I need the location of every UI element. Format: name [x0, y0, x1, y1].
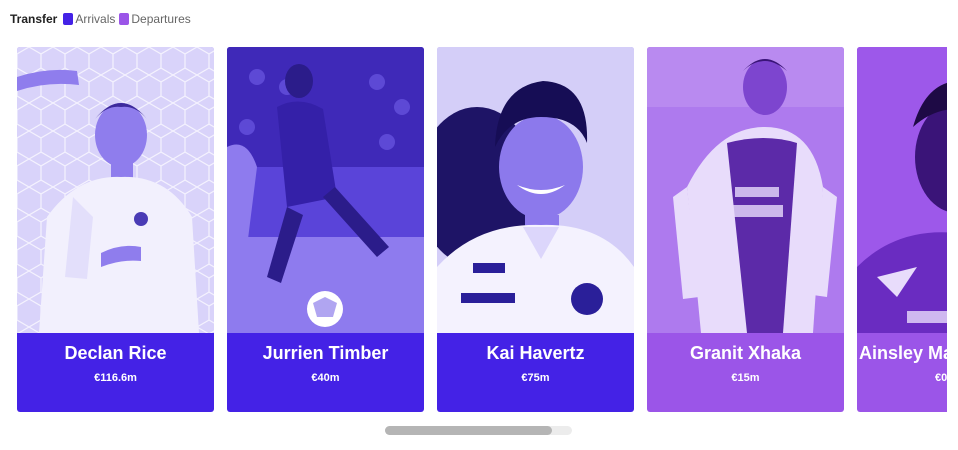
card-carousel[interactable]: Declan Rice €116.6m Jurrien Timber €40m …: [17, 47, 947, 412]
transfer-fee: €0m: [935, 372, 947, 384]
player-photo-icon: [647, 47, 844, 333]
transfer-fee: €40m: [311, 372, 340, 384]
player-photo-icon: [227, 47, 424, 333]
player-card[interactable]: Kai Havertz €75m: [437, 47, 634, 412]
player-card[interactable]: Declan Rice €116.6m: [17, 47, 214, 412]
legend: Transfer Arrivals Departures: [10, 10, 195, 28]
player-photo-icon: [857, 47, 947, 333]
player-photo-icon: [17, 47, 214, 333]
legend-item-arrivals[interactable]: Arrivals: [63, 12, 115, 26]
transfer-fee: €15m: [731, 372, 760, 384]
transfer-fee: €75m: [521, 372, 550, 384]
transfer-fee: €116.6m: [94, 372, 137, 384]
player-info: Kai Havertz €75m: [437, 333, 634, 412]
legend-item-departures[interactable]: Departures: [119, 12, 191, 26]
player-info: Granit Xhaka €15m: [647, 333, 844, 412]
legend-title: Transfer: [10, 12, 58, 26]
player-card[interactable]: Granit Xhaka €15m: [647, 47, 844, 412]
player-name: Jurrien Timber: [262, 343, 389, 363]
departures-swatch-icon: [119, 13, 130, 25]
player-info: Jurrien Timber €40m: [227, 333, 424, 412]
arrivals-swatch-icon: [63, 13, 74, 25]
legend-label-departures: Departures: [131, 12, 191, 26]
player-name: Granit Xhaka: [689, 343, 802, 363]
legend-label-arrivals: Arrivals: [75, 12, 116, 26]
player-name: Declan Rice: [64, 343, 167, 363]
scrollbar-thumb[interactable]: [385, 426, 552, 435]
player-name: Kai Havertz: [486, 343, 585, 363]
player-name: Ainsley Maitland-Niles: [859, 343, 947, 363]
horizontal-scrollbar[interactable]: [385, 426, 572, 435]
player-photo-icon: [437, 47, 634, 333]
player-card[interactable]: Jurrien Timber €40m: [227, 47, 424, 412]
player-info: Declan Rice €116.6m: [17, 333, 214, 412]
player-card[interactable]: Ainsley Maitland-Niles €0m: [857, 47, 947, 412]
player-info: Ainsley Maitland-Niles €0m: [857, 333, 947, 412]
